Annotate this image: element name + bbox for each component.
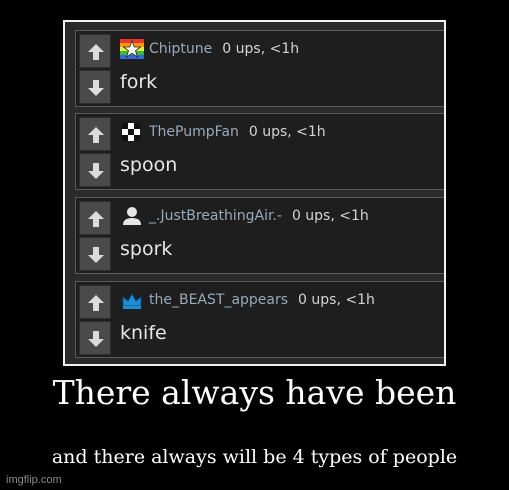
comment-meta: 0 ups, <1h (248, 124, 326, 140)
comment-text: fork (120, 71, 158, 93)
vote-controls (79, 285, 111, 355)
downvote-button[interactable] (79, 70, 111, 104)
comment-author[interactable]: ThePumpFan (149, 124, 239, 140)
rainbow-star-icon (120, 39, 144, 59)
comment-text: spork (120, 238, 173, 260)
comment-card: _.JustBreathingAir.- 0 ups, <1h spork (75, 197, 444, 274)
downvote-button[interactable] (79, 237, 111, 271)
checkered-flag-icon (120, 122, 144, 142)
arrow-down-icon (88, 247, 104, 263)
caption-subtitle: and there always will be 4 types of peop… (51, 446, 458, 468)
comment-text: spoon (120, 154, 178, 176)
arrow-down-icon (88, 163, 104, 179)
downvote-button[interactable] (79, 321, 111, 355)
blue-crown-icon (120, 290, 144, 310)
comment-meta: 0 ups, <1h (298, 292, 375, 308)
upvote-button[interactable] (79, 34, 111, 68)
upvote-button[interactable] (79, 285, 111, 319)
vote-controls (79, 34, 111, 104)
comment-card: Chiptune 0 ups, <1h fork (75, 30, 444, 107)
arrow-up-icon (88, 211, 104, 227)
comment-header: ThePumpFan 0 ups, <1h (120, 122, 326, 142)
comment-card: the_BEAST_appears 0 ups, <1h knife (75, 281, 444, 358)
upvote-button[interactable] (79, 201, 111, 235)
arrow-down-icon (88, 80, 104, 96)
screenshot-frame: Chiptune 0 ups, <1h fork ThePumpFan 0 up… (63, 20, 446, 366)
comment-author[interactable]: the_BEAST_appears (149, 292, 288, 308)
comment-author[interactable]: _.JustBreathingAir.- (149, 208, 282, 224)
comment-text: knife (120, 322, 167, 344)
comment-card: ThePumpFan 0 ups, <1h spoon (75, 113, 444, 190)
user-silhouette-icon (120, 206, 144, 226)
arrow-up-icon (88, 295, 104, 311)
vote-controls (79, 201, 111, 271)
comment-header: _.JustBreathingAir.- 0 ups, <1h (120, 206, 369, 226)
watermark: imgflip.com (6, 474, 62, 486)
comment-header: Chiptune 0 ups, <1h (120, 39, 299, 59)
comment-header: the_BEAST_appears 0 ups, <1h (120, 290, 375, 310)
caption-title: There always have been (52, 373, 457, 412)
arrow-down-icon (88, 331, 104, 347)
upvote-button[interactable] (79, 117, 111, 151)
downvote-button[interactable] (79, 153, 111, 187)
vote-controls (79, 117, 111, 187)
arrow-up-icon (88, 127, 104, 143)
arrow-up-icon (88, 44, 104, 60)
comment-meta: 0 ups, <1h (291, 208, 369, 224)
comment-author[interactable]: Chiptune (149, 41, 212, 57)
comment-meta: 0 ups, <1h (222, 41, 300, 57)
